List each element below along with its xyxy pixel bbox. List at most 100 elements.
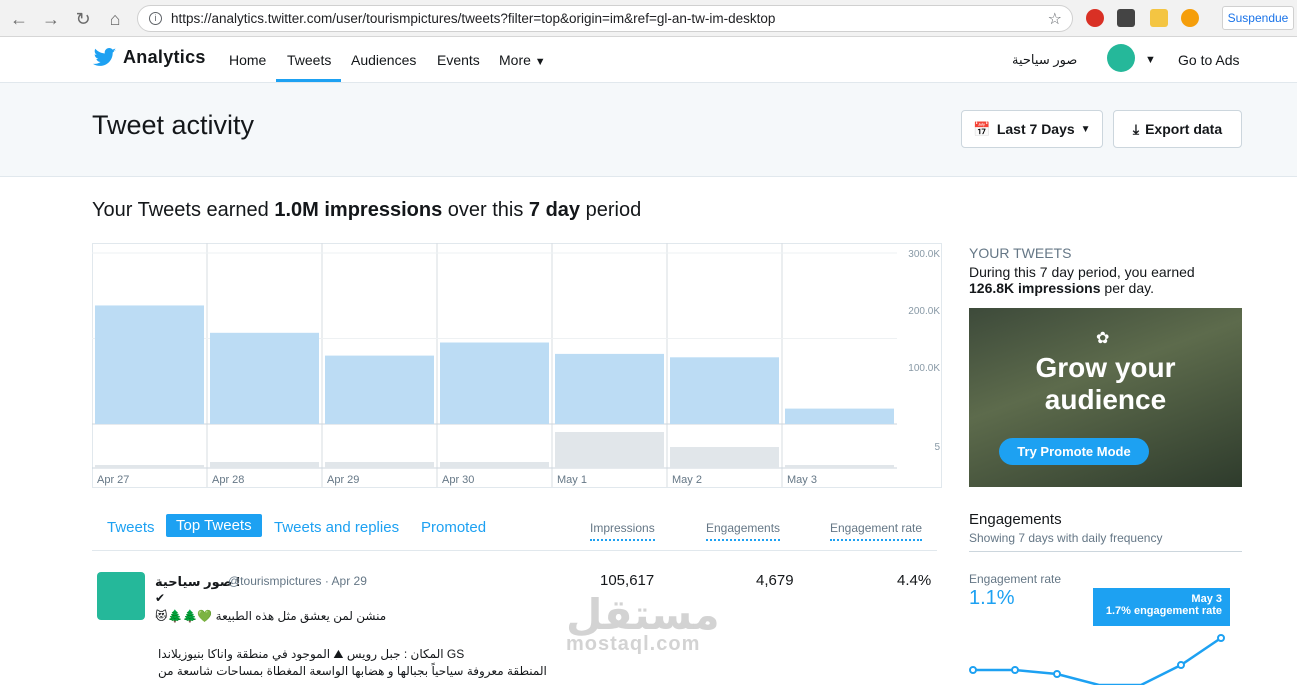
go-to-ads-link[interactable]: Go to Ads [1178,52,1239,68]
summary-period: 7 day [528,199,581,221]
export-data-button[interactable]: ⤓ Export data [1113,110,1242,148]
your-tweets-sentence: During this 7 day period, you earned [969,264,1195,280]
calendar-icon: 📅 [973,120,991,137]
impressions-bar [440,342,549,424]
address-bar[interactable]: i https://analytics.twitter.com/user/tou… [137,5,1073,32]
twitter-bird-icon [93,47,116,66]
lock-icon: i [149,12,162,25]
secondary-bar [555,432,664,468]
extension-icon[interactable] [1150,9,1168,27]
impressions-per-day: 126.8K impressions [969,280,1101,296]
summary-middle: over this [442,199,529,221]
tab-top-tweets[interactable]: Top Tweets [166,514,262,537]
your-tweets-text: During this 7 day period, you earned 126… [969,264,1242,296]
tab-tweets-and-replies[interactable]: Tweets and replies [274,519,399,536]
tweet-handle[interactable]: @tourismpictures · Apr 29 [228,574,367,588]
engagements-title: Engagements [969,511,1062,528]
impressions-bar [555,353,664,424]
x-tick-label: May 2 [672,474,702,486]
engagements-subtitle: Showing 7 days with daily frequency [969,531,1163,545]
bookmark-star-icon[interactable]: ☆ [1048,9,1062,29]
impressions-summary: Your Tweets earned 1.0M impressions over… [92,199,641,222]
home-icon[interactable]: ⌂ [104,8,126,30]
x-tick-label: Apr 28 [212,474,244,486]
tweet-text-line: المنطقة معروفة سياحياً بجبالها و هضابها … [158,664,547,678]
y-tick-label: 5 [934,442,940,453]
page-subheader: Tweet activity 📅 Last 7 Days ▼ ⤓ Export … [0,83,1297,177]
x-tick-label: May 3 [787,474,817,486]
y-tick-label: 300.0K [908,249,940,260]
twitter-bird-icon: ✿ [1096,330,1110,347]
extension-icon[interactable] [1181,9,1199,27]
tab-promoted[interactable]: Promoted [421,519,486,536]
impressions-bar [210,332,319,424]
secondary-bar [785,465,894,468]
brand[interactable]: Analytics [93,47,206,68]
engagement-rate-label: Engagement rate [969,572,1062,586]
download-icon: ⤓ [1132,120,1140,137]
tweet-impressions: 105,617 [600,572,655,589]
x-tick-label: Apr 30 [442,474,474,486]
account-name[interactable]: صور سياحية [1012,52,1077,68]
nav-home[interactable]: Home [229,52,266,68]
watermark-arabic: مستقل [566,591,720,638]
impressions-chart: 300.0K 200.0K 100.0K 5 Apr 27 Apr 28 Apr 29 Apr… [92,243,942,488]
y-tick-label: 100.0K [908,363,940,374]
promo-line-1: Grow your [1035,352,1176,383]
x-tick-label: Apr 27 [97,474,129,486]
browser-toolbar: ← → ↻ ⌂ i https://analytics.twitter.com/… [0,0,1297,37]
tweet-text-line: GS المكان : جبل رويس ⛰ الموجود في منطقة … [158,647,465,661]
nav-more[interactable]: More ▼ [499,52,546,68]
tweet-engagements: 4,679 [756,572,794,589]
divider [92,550,937,551]
chevron-down-icon: ▼ [1080,123,1091,135]
secondary-bar [440,462,549,468]
profile-button[interactable]: Suspendue [1222,6,1294,30]
engagement-rate-sparkline [969,634,1225,685]
column-engagements[interactable]: Engagements [706,521,781,541]
secondary-bar [670,447,779,468]
date-range-button[interactable]: 📅 Last 7 Days ▼ [961,110,1103,148]
mostaql-watermark: مستقل mostaql.com [566,590,720,656]
promo-line-2: audience [1044,384,1167,415]
promo-headline: Grow your audience [969,352,1242,416]
extension-icon[interactable] [1086,9,1104,27]
x-tick-label: May 1 [557,474,587,486]
tweet-engagement-rate: 4.4% [897,572,932,589]
tweet-avatar[interactable] [97,572,145,620]
secondary-bar [325,462,434,468]
chevron-down-icon[interactable]: ▼ [1145,54,1156,66]
tab-tweets[interactable]: Tweets [107,519,155,536]
column-impressions[interactable]: Impressions [590,521,655,541]
divider [969,551,1242,552]
nav-events[interactable]: Events [437,52,480,68]
tooltip-date: May 3 [1191,593,1222,605]
tweet-text-line: منشن لمن يعشق مثل هذه الطبيعة 💚🌲🌲😻 [155,609,387,623]
promote-mode-banner[interactable]: ✿ Grow your audience Try Promote Mode [969,308,1242,487]
column-engagement-rate[interactable]: Engagement rate [830,521,923,541]
back-icon[interactable]: ← [8,8,30,30]
extension-icon[interactable] [1117,9,1135,27]
reload-icon[interactable]: ↻ [72,8,94,30]
summary-impressions: 1.0M impressions [274,199,443,221]
engagement-rate-value: 1.1% [969,587,1015,609]
impressions-bar [95,305,204,424]
impressions-bar [785,408,894,424]
nav-tweets[interactable]: Tweets [287,52,331,68]
engagement-tooltip: May 3 1.7% engagement rate [1093,588,1230,626]
try-promote-mode-button[interactable]: Try Promote Mode [999,438,1149,465]
x-tick-label: Apr 29 [327,474,359,486]
impressions-bar [325,355,434,424]
nav-active-indicator [276,79,341,82]
avatar[interactable] [1107,44,1135,72]
page-title: Tweet activity [92,110,255,140]
brand-name: Analytics [123,47,206,67]
checkmark-icon: ✔ [155,591,166,605]
per-day-suffix: per day. [1100,280,1154,296]
forward-icon[interactable]: → [40,8,62,30]
secondary-bar [95,465,204,468]
url-text: https://analytics.twitter.com/user/touri… [171,11,776,26]
chevron-down-icon: ▼ [534,56,546,68]
nav-more-label: More [499,52,531,68]
nav-audiences[interactable]: Audiences [351,52,416,68]
